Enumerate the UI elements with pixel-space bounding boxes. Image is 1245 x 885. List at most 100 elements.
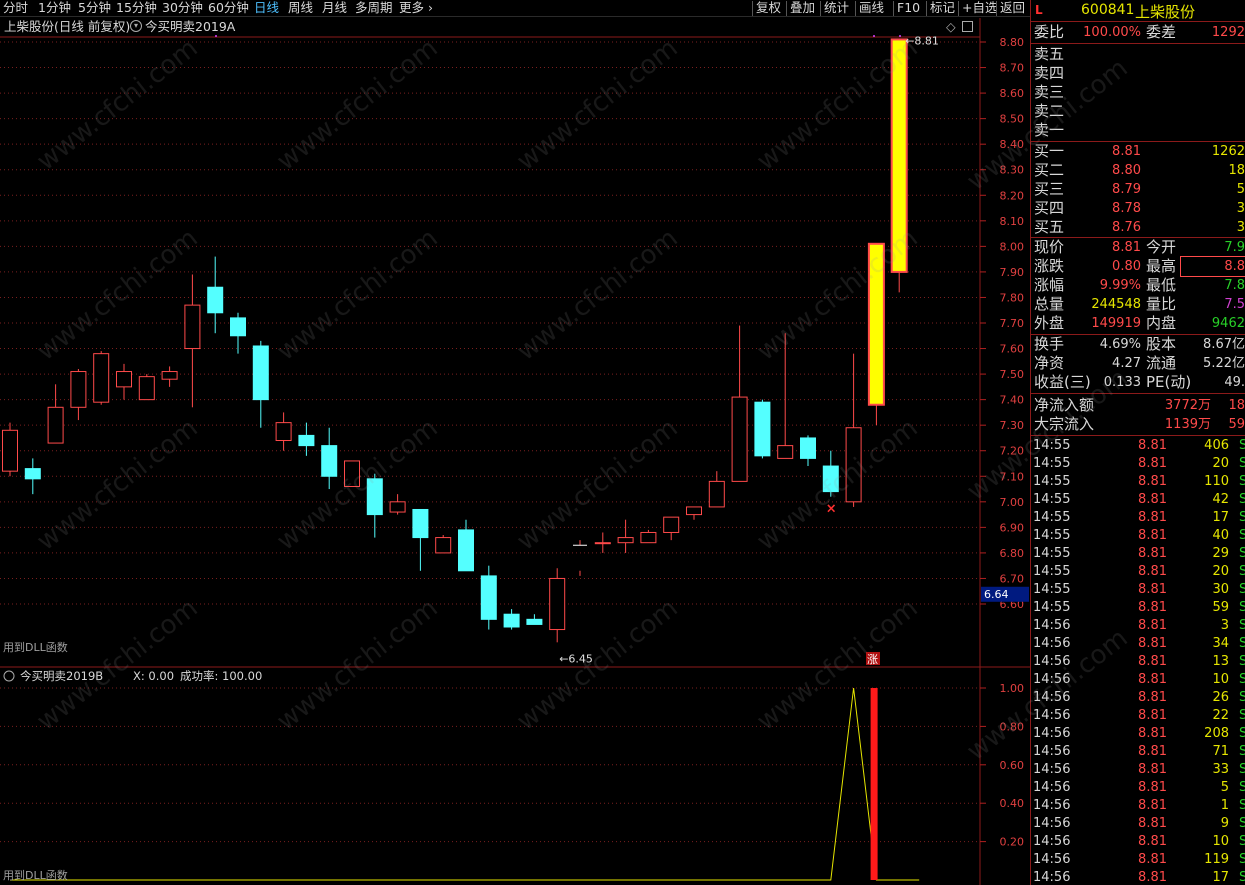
y-tick-label: 8.20 bbox=[1000, 189, 1025, 202]
tick-row: 14:56 8.81 13 S bbox=[1031, 653, 1245, 671]
stat-value-left: 9.99% bbox=[1099, 278, 1141, 293]
tick-side: S bbox=[1239, 636, 1245, 651]
buy-volume: 3 bbox=[1236, 220, 1245, 235]
tick-row: 14:55 8.81 29 S bbox=[1031, 545, 1245, 563]
tick-time: 14:56 bbox=[1033, 672, 1071, 687]
candle-body[interactable] bbox=[366, 478, 383, 516]
tick-time: 14:56 bbox=[1033, 726, 1071, 741]
tick-volume: 10 bbox=[1212, 672, 1229, 687]
candle-body[interactable] bbox=[708, 480, 725, 508]
tick-row: 14:56 8.81 22 S bbox=[1031, 707, 1245, 725]
candle-body[interactable] bbox=[526, 618, 543, 625]
tick-volume: 13 bbox=[1212, 654, 1229, 669]
stat-row-1: 涨跌 0.80 最高 8.8 bbox=[1031, 256, 1245, 277]
tick-volume: 59 bbox=[1212, 600, 1229, 615]
tick-price: 8.81 bbox=[1138, 600, 1167, 615]
tick-side: S bbox=[1239, 744, 1245, 759]
tick-time: 14:55 bbox=[1033, 582, 1071, 597]
kline-chart-area[interactable]: 8.80 8.70 8.60 8.50 8.40 8.30 8.20 8.10 8.00 7.90… bbox=[0, 0, 1030, 885]
tick-price: 8.81 bbox=[1138, 636, 1167, 651]
buy-price: 8.76 bbox=[1112, 220, 1141, 235]
candle-body[interactable] bbox=[321, 445, 338, 477]
y-tick-label: 8.80 bbox=[1000, 36, 1025, 49]
candle-body[interactable] bbox=[93, 353, 110, 403]
tick-volume: 208 bbox=[1204, 726, 1229, 741]
tick-side: S bbox=[1239, 816, 1245, 831]
candle-body[interactable] bbox=[617, 537, 634, 544]
marker-dot bbox=[215, 35, 217, 37]
candle-body[interactable] bbox=[161, 371, 178, 380]
tick-side: S bbox=[1239, 564, 1245, 579]
tick-time: 14:56 bbox=[1033, 690, 1071, 705]
candle-body[interactable] bbox=[503, 613, 520, 628]
candle-body[interactable] bbox=[845, 427, 862, 503]
buy-volume: 3 bbox=[1236, 201, 1245, 216]
candle-body[interactable] bbox=[275, 422, 292, 442]
sub-indicator-dropdown-icon[interactable] bbox=[3, 670, 15, 682]
candle-body[interactable] bbox=[594, 542, 611, 545]
candle-body[interactable] bbox=[2, 429, 18, 472]
buy-label: 买一 bbox=[1034, 142, 1065, 160]
candle-body[interactable] bbox=[412, 508, 429, 539]
candle-body[interactable] bbox=[800, 437, 816, 459]
tick-volume: 17 bbox=[1212, 510, 1229, 525]
y-tick-label: 7.00 bbox=[1000, 496, 1025, 509]
stat-value-left: 0.80 bbox=[1112, 259, 1141, 274]
tick-time: 14:55 bbox=[1033, 438, 1071, 453]
signal-bar bbox=[870, 688, 878, 880]
candle-body[interactable] bbox=[867, 242, 885, 406]
candle-body[interactable] bbox=[731, 396, 748, 482]
tick-side: S bbox=[1239, 492, 1245, 507]
buy-volume: 1262 bbox=[1211, 144, 1245, 159]
sub-indicator-title[interactable]: 今买明卖2019B bbox=[20, 669, 103, 683]
candle-body[interactable] bbox=[138, 376, 155, 401]
candle-body[interactable] bbox=[890, 38, 908, 273]
candle-body[interactable] bbox=[184, 304, 201, 350]
candle-body[interactable] bbox=[298, 434, 315, 447]
fund-value-left: 4.27 bbox=[1112, 356, 1141, 371]
candle-body[interactable] bbox=[435, 537, 452, 554]
stat-value-right: 7.9 bbox=[1224, 240, 1245, 255]
candle-body[interactable] bbox=[549, 577, 566, 631]
candle-body[interactable] bbox=[207, 286, 224, 314]
buy-price: 8.78 bbox=[1112, 201, 1141, 216]
candle-body[interactable] bbox=[640, 531, 657, 544]
candle-body[interactable] bbox=[116, 371, 132, 388]
stat-label-left: 涨跌 bbox=[1034, 257, 1065, 275]
tick-time: 14:56 bbox=[1033, 636, 1071, 651]
tick-price: 8.81 bbox=[1138, 834, 1167, 849]
candle-body[interactable] bbox=[252, 345, 269, 401]
tick-time: 14:55 bbox=[1033, 492, 1071, 507]
tick-row: 14:56 8.81 71 S bbox=[1031, 743, 1245, 761]
candle-body[interactable] bbox=[663, 516, 680, 533]
candle-body[interactable] bbox=[777, 445, 794, 459]
candle-body[interactable] bbox=[754, 401, 771, 457]
tick-time: 14:55 bbox=[1033, 456, 1071, 471]
sell-label: 卖一 bbox=[1034, 121, 1065, 139]
candle-body[interactable] bbox=[70, 371, 87, 408]
high-price-marker: ←8.81 bbox=[905, 34, 939, 47]
tick-row: 14:56 8.81 26 S bbox=[1031, 689, 1245, 707]
tick-side: S bbox=[1239, 726, 1245, 741]
tick-volume: 42 bbox=[1212, 492, 1229, 507]
candle-body[interactable] bbox=[24, 468, 41, 480]
tick-row: 14:56 8.81 10 S bbox=[1031, 671, 1245, 689]
y-tick-label: 7.90 bbox=[1000, 266, 1025, 279]
stat-row-2: 涨幅 9.99% 最低 7.8 bbox=[1031, 276, 1245, 295]
stat-label-left: 外盘 bbox=[1034, 314, 1065, 332]
candle-body[interactable] bbox=[458, 529, 474, 572]
candle-body[interactable] bbox=[230, 317, 246, 337]
buy-label: 买三 bbox=[1034, 180, 1065, 198]
tick-time: 14:55 bbox=[1033, 564, 1071, 579]
candle-body[interactable] bbox=[344, 460, 360, 487]
tick-time: 14:55 bbox=[1033, 528, 1071, 543]
tick-volume: 10 bbox=[1212, 834, 1229, 849]
tick-volume: 9 bbox=[1220, 816, 1229, 831]
tick-side: S bbox=[1239, 546, 1245, 561]
candle-body[interactable] bbox=[389, 501, 406, 513]
candle-body[interactable] bbox=[686, 506, 702, 516]
candle-body[interactable] bbox=[480, 575, 497, 620]
tick-price: 8.81 bbox=[1138, 528, 1167, 543]
candle-body[interactable] bbox=[822, 465, 839, 493]
candle-body[interactable] bbox=[47, 406, 64, 444]
